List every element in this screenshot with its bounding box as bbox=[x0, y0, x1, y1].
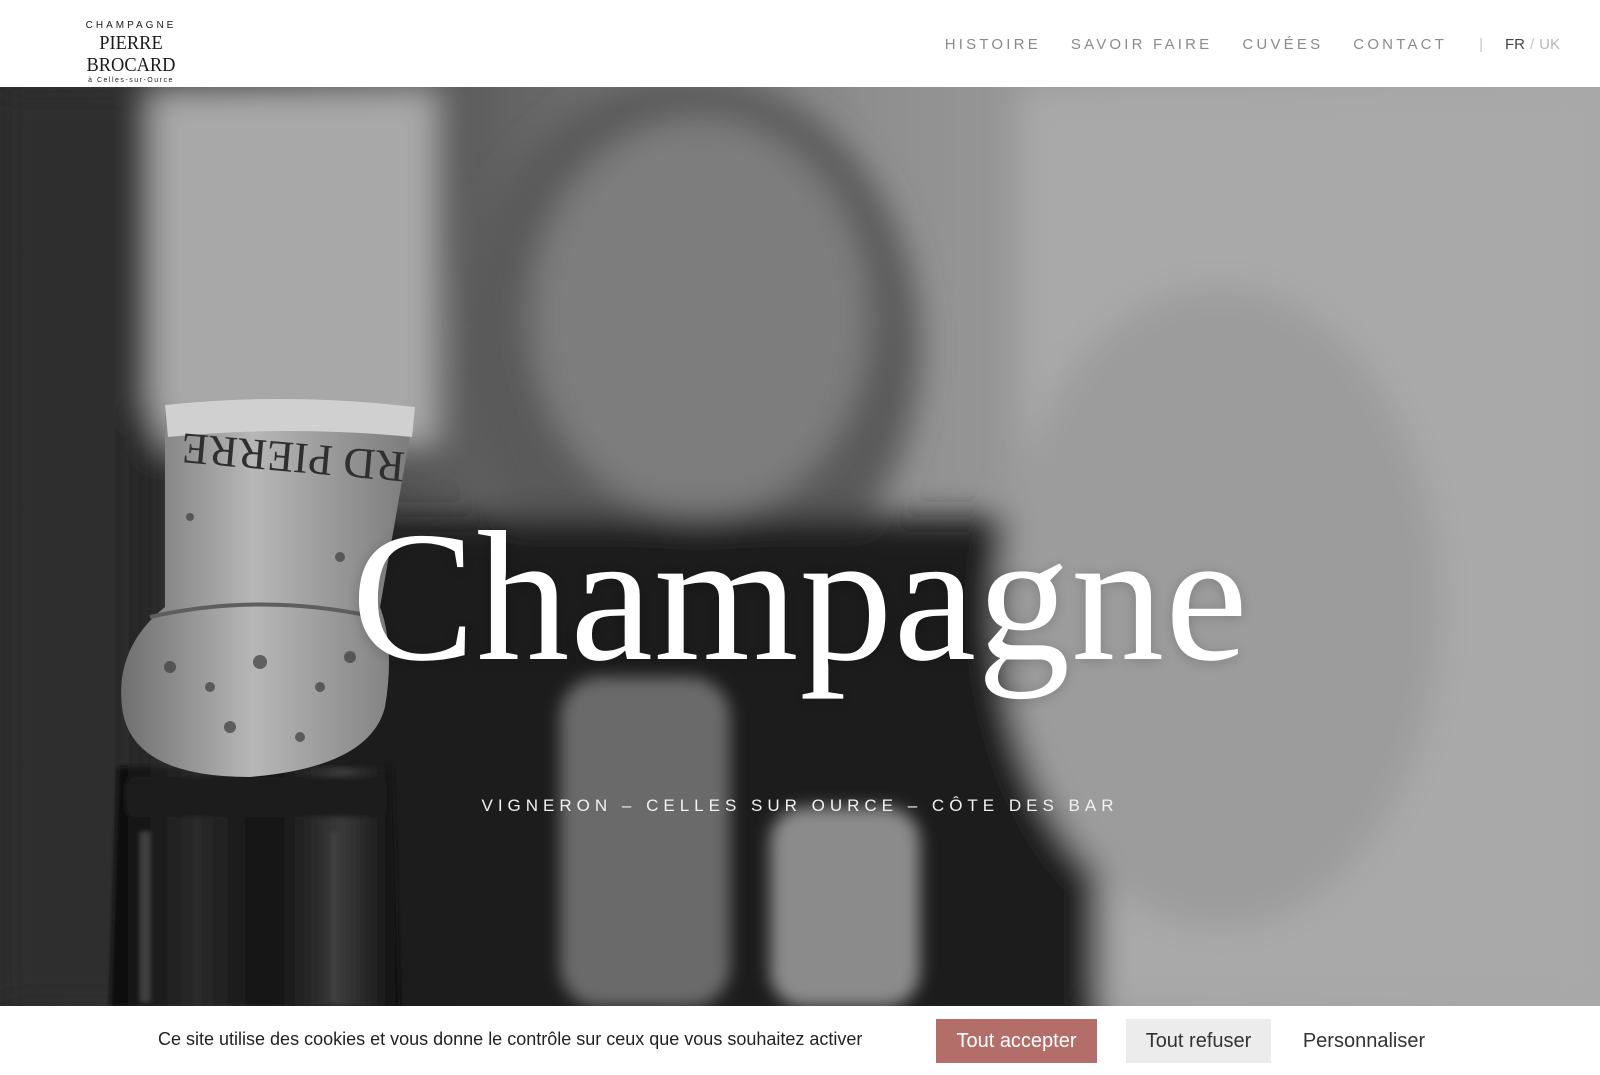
nav-cuvees[interactable]: CUVÉES bbox=[1242, 36, 1323, 53]
lang-uk-link[interactable]: UK bbox=[1539, 36, 1560, 53]
hero-section: RD PIERRE Champagne VIGNERON – CELLES SU… bbox=[0, 87, 1600, 1007]
nav-separator: | bbox=[1479, 35, 1483, 53]
cookie-banner: Ce site utilise des cookies et vous donn… bbox=[0, 1006, 1600, 1075]
main-nav: HISTOIRE SAVOIR FAIRE CUVÉES CONTACT | F… bbox=[945, 34, 1600, 54]
logo-sub-text: à Celles-sur-Ource bbox=[88, 77, 174, 84]
nav-savoir-faire[interactable]: SAVOIR FAIRE bbox=[1071, 36, 1212, 53]
accept-all-button[interactable]: Tout accepter bbox=[936, 1019, 1097, 1063]
hero-title: Champagne bbox=[351, 494, 1249, 700]
logo-main-text: PIERRE BROCARD bbox=[86, 32, 176, 76]
lang-fr-link[interactable]: FR bbox=[1505, 36, 1525, 53]
logo-top-text: CHAMPAGNE bbox=[85, 20, 177, 31]
cookie-message: Ce site utilise des cookies et vous donn… bbox=[158, 1029, 863, 1049]
nav-contact[interactable]: CONTACT bbox=[1353, 36, 1447, 53]
customize-button[interactable]: Personnaliser bbox=[1290, 1019, 1438, 1063]
brand-logo[interactable]: CHAMPAGNE PIERRE BROCARD à Celles-sur-Ou… bbox=[48, 20, 214, 86]
refuse-all-button[interactable]: Tout refuser bbox=[1126, 1019, 1271, 1063]
site-header: CHAMPAGNE PIERRE BROCARD à Celles-sur-Ou… bbox=[0, 0, 1600, 87]
hero-subtitle: VIGNERON – CELLES SUR OURCE – CÔTE DES B… bbox=[481, 796, 1119, 815]
nav-histoire[interactable]: HISTOIRE bbox=[945, 36, 1041, 53]
lang-slash: / bbox=[1529, 35, 1535, 53]
